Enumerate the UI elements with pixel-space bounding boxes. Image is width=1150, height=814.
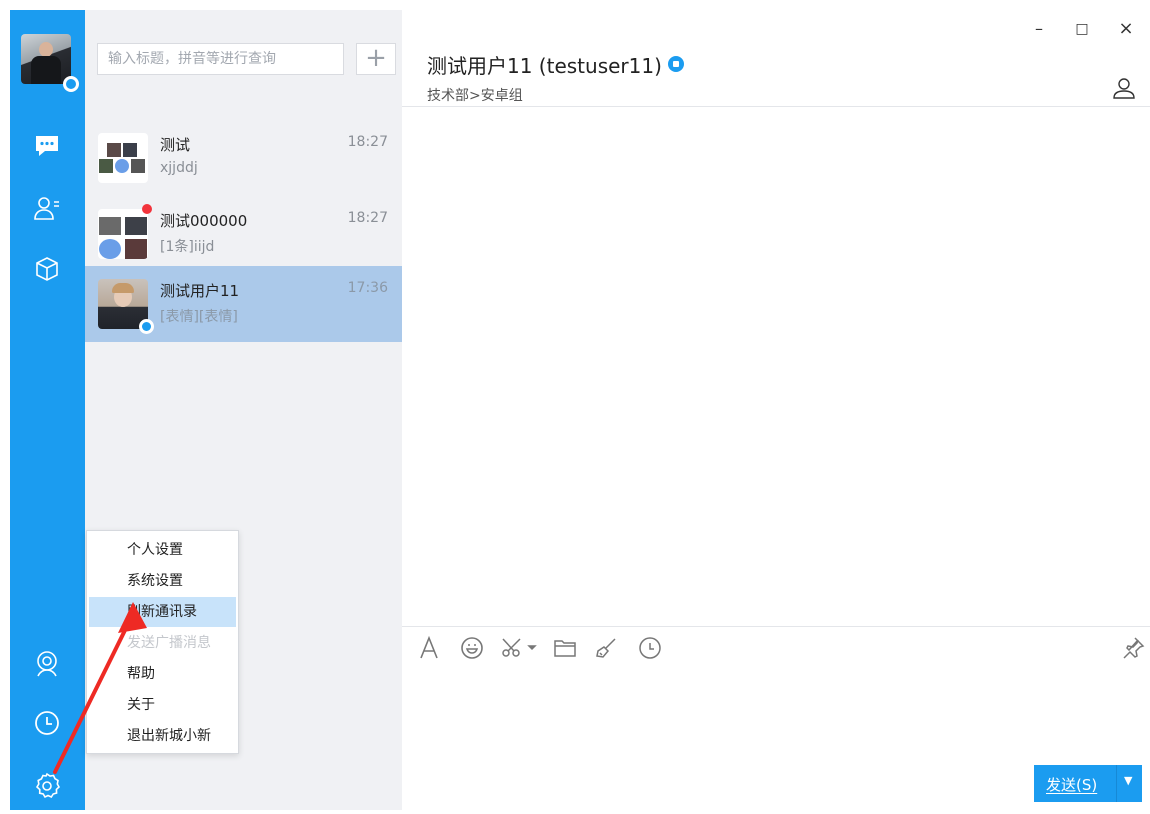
clock-icon[interactable] bbox=[637, 635, 663, 661]
apps-cube-icon[interactable] bbox=[31, 253, 63, 285]
menu-item-broadcast: 发送广播消息 bbox=[127, 635, 211, 651]
group-avatar bbox=[98, 133, 148, 183]
conversation-name: 测试000000 bbox=[160, 212, 248, 230]
settings-menu: 个人设置 系统设置 刷新通讯录 发送广播消息 帮助 关于 退出新城小新 bbox=[86, 530, 239, 754]
chat-subtitle: 技术部>安卓组 bbox=[427, 88, 523, 104]
my-status-badge bbox=[63, 76, 79, 92]
left-rail bbox=[10, 10, 85, 810]
conversation-name: 测试 bbox=[160, 136, 191, 154]
close-button[interactable]: × bbox=[1111, 18, 1141, 40]
conversation-item[interactable]: 测试000000 18:27 [1条]iijd bbox=[85, 196, 402, 272]
contacts-icon[interactable] bbox=[31, 192, 63, 224]
emoji-icon[interactable] bbox=[459, 635, 485, 661]
conversation-preview: [表情][表情] bbox=[160, 309, 238, 325]
profile-icon[interactable] bbox=[1112, 76, 1136, 100]
conversation-time: 18:27 bbox=[347, 210, 388, 226]
chat-header: 测试用户11 (testuser11) 技术部>安卓组 – □ × bbox=[402, 10, 1150, 107]
chat-title: 测试用户11 (testuser11) bbox=[427, 50, 684, 79]
menu-item-about[interactable]: 关于 bbox=[89, 690, 236, 720]
minimize-button[interactable]: – bbox=[1024, 18, 1054, 40]
brush-icon[interactable] bbox=[594, 635, 620, 661]
camera-user-icon[interactable] bbox=[31, 648, 63, 680]
app-window: + 测试 18:27 xjjddj bbox=[10, 10, 1150, 810]
conversation-time: 17:36 bbox=[347, 280, 388, 296]
send-label: 发送(S) bbox=[1046, 776, 1098, 794]
conversation-preview: xjjddj bbox=[160, 160, 198, 176]
chat-title-text: 测试用户11 (testuser11) bbox=[427, 54, 662, 78]
online-badge bbox=[139, 319, 154, 334]
conversation-time: 18:27 bbox=[347, 134, 388, 150]
chat-panel: 测试用户11 (testuser11) 技术部>安卓组 – □ × 发送(S) … bbox=[402, 10, 1150, 810]
add-button[interactable]: + bbox=[356, 43, 396, 75]
unread-dot bbox=[142, 204, 152, 214]
group-avatar bbox=[98, 209, 148, 259]
send-dropdown-arrow[interactable]: ▼ bbox=[1124, 774, 1132, 787]
history-clock-icon[interactable] bbox=[31, 707, 63, 739]
font-icon[interactable] bbox=[416, 635, 442, 661]
menu-item-personal-settings[interactable]: 个人设置 bbox=[89, 535, 236, 565]
search-input[interactable] bbox=[97, 43, 344, 75]
folder-icon[interactable] bbox=[552, 635, 578, 661]
send-divider bbox=[1116, 765, 1117, 802]
conversation-item-selected[interactable]: 测试用户11 17:36 [表情][表情] bbox=[85, 266, 402, 342]
menu-item-system-settings[interactable]: 系统设置 bbox=[89, 566, 236, 596]
conversation-preview: [1条]iijd bbox=[160, 239, 215, 255]
send-button[interactable]: 发送(S) ▼ bbox=[1034, 765, 1142, 802]
menu-item-exit[interactable]: 退出新城小新 bbox=[89, 721, 236, 751]
screenshot-scissors-icon[interactable] bbox=[501, 635, 541, 661]
chat-bubble-icon[interactable] bbox=[31, 130, 63, 162]
conversation-name: 测试用户11 bbox=[160, 282, 240, 300]
message-toolbar bbox=[402, 626, 1150, 667]
settings-gear-icon[interactable] bbox=[31, 769, 63, 801]
status-badge-icon bbox=[667, 56, 684, 72]
maximize-button[interactable]: □ bbox=[1067, 18, 1097, 40]
menu-item-refresh-contacts[interactable]: 刷新通讯录 bbox=[89, 597, 236, 627]
my-avatar[interactable] bbox=[21, 34, 71, 84]
conversation-item[interactable]: 测试 18:27 xjjddj bbox=[85, 120, 402, 196]
pin-icon[interactable] bbox=[1120, 635, 1146, 661]
menu-item-help[interactable]: 帮助 bbox=[89, 659, 236, 689]
